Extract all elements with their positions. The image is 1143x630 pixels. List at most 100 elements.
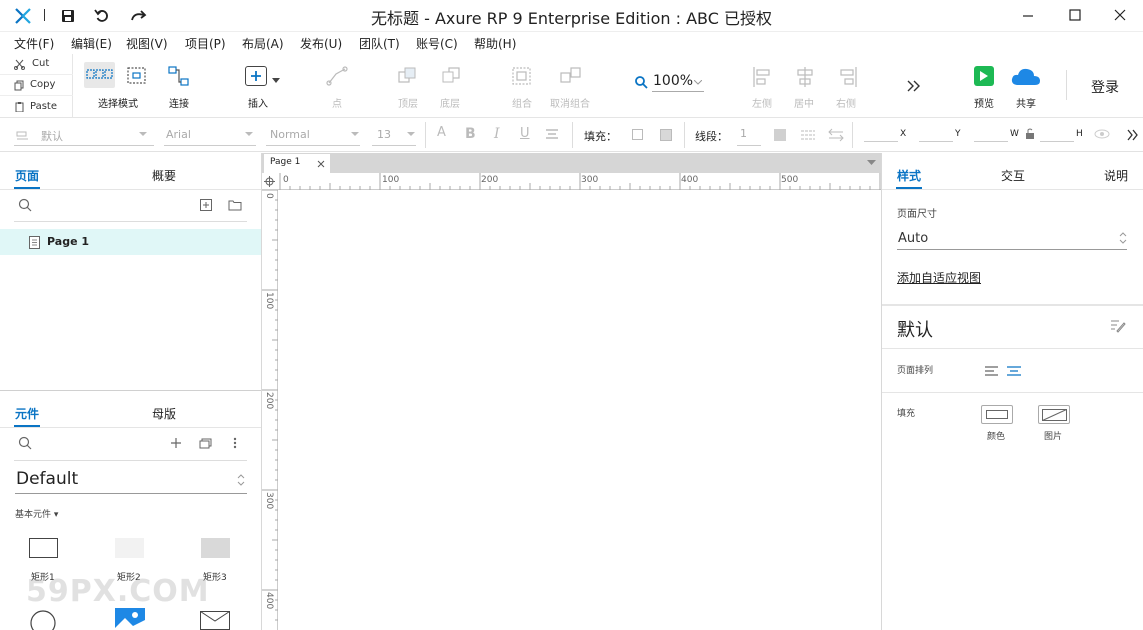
design-canvas[interactable]: [279, 191, 881, 630]
cut-button[interactable]: Cut: [0, 54, 73, 75]
align-left-icon[interactable]: [752, 66, 774, 88]
add-library-icon[interactable]: [170, 437, 182, 449]
tab-masters[interactable]: 母版: [152, 405, 176, 422]
divider: [684, 122, 685, 148]
minimize-icon[interactable]: [1021, 8, 1035, 22]
add-adaptive-view-link[interactable]: 添加自适应视图: [897, 269, 981, 286]
font-family-select[interactable]: Arial: [166, 128, 191, 141]
widget-ellipse[interactable]: [29, 609, 57, 630]
more-vertical-icon[interactable]: [233, 437, 237, 449]
menu-layout[interactable]: 布局(A): [242, 35, 284, 52]
connect-icon[interactable]: [167, 64, 191, 88]
h-input[interactable]: [1040, 141, 1074, 142]
menu-edit[interactable]: 编辑(E): [71, 35, 112, 52]
font-weight-select[interactable]: Normal: [270, 128, 310, 141]
close-icon[interactable]: [1113, 8, 1127, 22]
align-left-icon[interactable]: [984, 365, 1000, 377]
font-color-icon[interactable]: A: [437, 125, 446, 140]
select-mode-button[interactable]: [84, 62, 115, 88]
font-size-select[interactable]: 13: [377, 128, 391, 141]
widget-rectangle2[interactable]: [115, 538, 144, 558]
point-icon[interactable]: [326, 66, 348, 86]
widget-rectangle3[interactable]: [201, 538, 230, 558]
more-chevrons-icon[interactable]: [1126, 128, 1140, 142]
chevron-down-icon[interactable]: [272, 78, 280, 84]
widget-image-icon[interactable]: [115, 608, 145, 630]
line-pattern-icon[interactable]: [800, 128, 816, 142]
lock-icon[interactable]: [1025, 128, 1035, 140]
chevron-down-icon: [245, 132, 253, 136]
fill-image-button[interactable]: [1038, 405, 1070, 424]
widget-placeholder-icon[interactable]: [200, 611, 230, 630]
line-color-swatch[interactable]: [774, 129, 786, 141]
arrow-style-icon[interactable]: [828, 128, 844, 142]
page-size-select[interactable]: Auto: [897, 228, 1127, 250]
w-input[interactable]: [974, 141, 1008, 142]
menu-help[interactable]: 帮助(H): [474, 35, 516, 52]
zoom-select[interactable]: 100%: [652, 72, 704, 92]
search-icon[interactable]: [18, 436, 32, 450]
tab-outline[interactable]: 概要: [152, 167, 176, 184]
x-input[interactable]: [864, 141, 898, 142]
tab-widgets[interactable]: 元件: [15, 405, 39, 422]
preview-button[interactable]: [974, 66, 994, 86]
menu-team[interactable]: 团队(T): [359, 35, 400, 52]
fill-color-button[interactable]: [981, 405, 1013, 424]
tab-style[interactable]: 样式: [897, 167, 921, 184]
widget-rectangle1[interactable]: [29, 538, 58, 558]
select-contain-icon[interactable]: [126, 66, 148, 86]
fill-color-swatch[interactable]: [632, 129, 643, 140]
paste-button[interactable]: Paste: [0, 96, 73, 118]
bring-to-front-icon[interactable]: [396, 66, 420, 86]
visibility-eye-icon[interactable]: [1094, 129, 1110, 139]
bold-icon[interactable]: B: [465, 126, 476, 142]
w-label: W: [1010, 129, 1019, 139]
ungroup-icon[interactable]: [559, 66, 583, 86]
menu-account[interactable]: 账号(C): [416, 35, 458, 52]
divider: [882, 304, 1143, 306]
edit-style-icon[interactable]: [1110, 319, 1126, 333]
style-select[interactable]: 默认: [41, 128, 63, 144]
add-page-icon[interactable]: [200, 199, 212, 211]
page-list-item[interactable]: Page 1: [0, 229, 261, 255]
align-right-icon[interactable]: [836, 66, 858, 88]
menu-file[interactable]: 文件(F): [14, 35, 54, 52]
send-to-back-icon[interactable]: [440, 66, 464, 86]
tab-interactions[interactable]: 交互: [1001, 167, 1025, 184]
cloud-share-icon[interactable]: [1010, 65, 1042, 87]
italic-icon[interactable]: I: [494, 126, 500, 142]
align-center-icon[interactable]: [794, 66, 816, 88]
menu-view[interactable]: 视图(V): [126, 35, 168, 52]
login-button[interactable]: 登录: [1091, 77, 1119, 97]
copy-label: Copy: [30, 79, 56, 90]
library-select[interactable]: Default: [15, 469, 247, 494]
close-tab-icon[interactable]: [317, 160, 325, 168]
zoom-search-icon: [635, 76, 648, 89]
insert-button[interactable]: [245, 66, 267, 86]
crosshair-icon[interactable]: [264, 176, 275, 187]
shadow-swatch[interactable]: [660, 129, 672, 141]
add-folder-icon[interactable]: [228, 199, 242, 211]
chevron-down-icon[interactable]: [867, 160, 876, 166]
menu-publish[interactable]: 发布(U): [300, 35, 342, 52]
y-input[interactable]: [919, 141, 953, 142]
horizontal-ruler: 0 100 200 300 400 500: [262, 173, 881, 190]
page-tab[interactable]: Page 1: [264, 154, 330, 173]
widget-category[interactable]: 基本元件 ▾: [15, 507, 58, 520]
menu-project[interactable]: 项目(P): [185, 35, 226, 52]
search-icon[interactable]: [18, 198, 32, 212]
point-label: 点: [332, 99, 342, 110]
tab-pages[interactable]: 页面: [15, 167, 39, 184]
underline-icon[interactable]: U: [520, 126, 530, 141]
tab-notes[interactable]: 说明: [1104, 167, 1128, 184]
maximize-icon[interactable]: [1068, 8, 1082, 22]
group-icon[interactable]: [511, 66, 533, 86]
text-align-icon[interactable]: [545, 128, 559, 142]
ruler-label: 500: [781, 175, 799, 185]
library-stack-icon[interactable]: [199, 437, 213, 449]
more-chevrons-icon[interactable]: [906, 79, 922, 93]
line-width-input[interactable]: 1: [740, 127, 747, 140]
underline: [14, 145, 154, 146]
align-center-icon[interactable]: [1006, 365, 1022, 377]
copy-button[interactable]: Copy: [0, 75, 73, 96]
